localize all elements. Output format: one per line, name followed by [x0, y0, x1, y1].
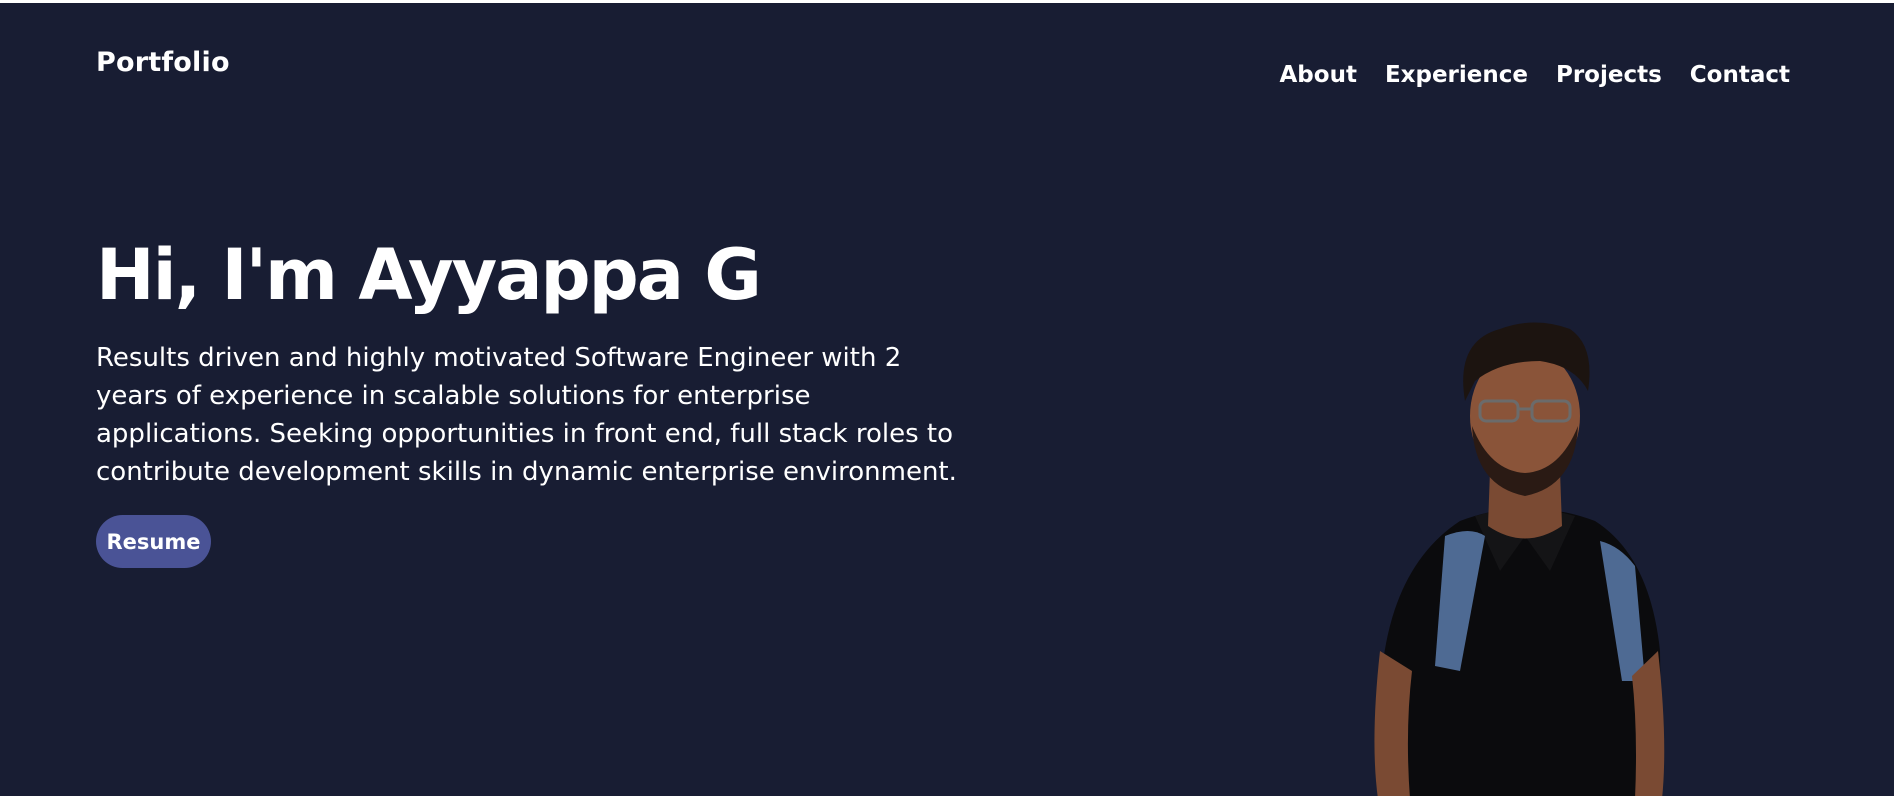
page: Portfolio About Experience Projects Cont… [0, 0, 1894, 796]
brand-logo[interactable]: Portfolio [96, 45, 230, 81]
nav-projects-link[interactable]: Projects [1556, 59, 1662, 91]
nav-contact-link[interactable]: Contact [1690, 59, 1790, 91]
profile-photo [1374, 322, 1665, 796]
resume-button[interactable]: Resume [96, 515, 211, 568]
hero-description: Results driven and highly motivated Soft… [96, 343, 957, 487]
main-nav: About Experience Projects Contact [1280, 59, 1791, 91]
nav-experience-link[interactable]: Experience [1385, 59, 1528, 91]
nav-about-link[interactable]: About [1280, 59, 1357, 91]
hero-title: Hi, I'm Ayyappa G [96, 234, 762, 316]
